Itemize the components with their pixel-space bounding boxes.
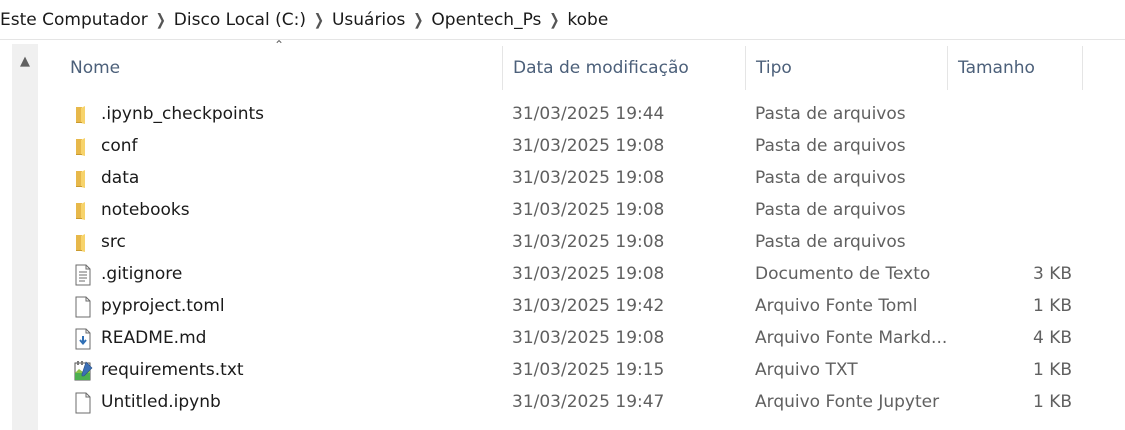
- chevron-right-icon[interactable]: ❯: [541, 10, 567, 28]
- breadcrumb-item-disco-local[interactable]: Disco Local (C:): [174, 10, 306, 30]
- file-size: 4 KB: [1032, 328, 1072, 348]
- file-date: 31/03/2025 19:42: [512, 296, 665, 316]
- column-header-date[interactable]: Data de modificação: [502, 46, 745, 90]
- breadcrumb-item-opentech-ps[interactable]: Opentech_Ps: [431, 10, 541, 30]
- file-row[interactable]: .ipynb_checkpoints 31/03/2025 19:44 Past…: [70, 99, 1080, 131]
- file-name: pyproject.toml: [101, 296, 225, 316]
- sort-ascending-icon: ⌃: [274, 38, 285, 52]
- file-name: src: [101, 232, 126, 252]
- file-row[interactable]: Untitled.ipynb 31/03/2025 19:47 Arquivo …: [70, 387, 1080, 419]
- markdown-file-icon: [72, 328, 94, 350]
- file-type: Documento de Texto: [755, 264, 931, 284]
- chevron-right-icon[interactable]: ❯: [306, 10, 332, 28]
- file-row[interactable]: pyproject.toml 31/03/2025 19:42 Arquivo …: [70, 291, 1080, 323]
- breadcrumb: Este Computador ❯ Disco Local (C:) ❯ Usu…: [0, 0, 1125, 40]
- vertical-scrollbar[interactable]: ▲: [12, 44, 38, 430]
- text-document-icon: [72, 264, 94, 286]
- chevron-right-icon[interactable]: ❯: [405, 10, 431, 28]
- file-size: 1 KB: [1032, 296, 1072, 316]
- file-name: .gitignore: [101, 264, 183, 284]
- column-header-name[interactable]: Nome ⌃: [58, 38, 502, 90]
- folder-icon: [72, 232, 94, 254]
- file-date: 31/03/2025 19:08: [512, 200, 665, 220]
- file-size: 3 KB: [1032, 264, 1072, 284]
- column-header-name-label: Nome: [70, 58, 121, 78]
- column-header-row: Nome ⌃ Data de modificação Tipo Tamanho: [58, 38, 1083, 90]
- breadcrumb-item-usuarios[interactable]: Usuários: [332, 10, 405, 30]
- column-header-date-label: Data de modificação: [513, 58, 689, 78]
- file-row[interactable]: data 31/03/2025 19:08 Pasta de arquivos: [70, 163, 1080, 195]
- file-date: 31/03/2025 19:44: [512, 104, 665, 124]
- breadcrumb-item-kobe[interactable]: kobe: [567, 10, 608, 30]
- file-name: .ipynb_checkpoints: [101, 104, 265, 124]
- file-name: README.md: [101, 328, 207, 348]
- file-date: 31/03/2025 19:08: [512, 136, 665, 156]
- file-name: Untitled.ipynb: [101, 392, 221, 412]
- column-header-size[interactable]: Tamanho: [947, 46, 1083, 90]
- file-date: 31/03/2025 19:08: [512, 168, 665, 188]
- file-type: Pasta de arquivos: [755, 200, 906, 220]
- file-list: .ipynb_checkpoints 31/03/2025 19:44 Past…: [70, 99, 1080, 419]
- notepad-file-icon: [72, 360, 94, 382]
- column-header-size-label: Tamanho: [958, 58, 1035, 78]
- file-type: Arquivo Fonte Jupyter: [755, 392, 940, 412]
- file-row[interactable]: conf 31/03/2025 19:08 Pasta de arquivos: [70, 131, 1080, 163]
- folder-icon: [72, 104, 94, 126]
- file-row[interactable]: src 31/03/2025 19:08 Pasta de arquivos: [70, 227, 1080, 259]
- file-size: 1 KB: [1032, 392, 1072, 412]
- file-date: 31/03/2025 19:15: [512, 360, 665, 380]
- chevron-right-icon[interactable]: ❯: [148, 10, 174, 28]
- file-date: 31/03/2025 19:08: [512, 328, 665, 348]
- file-date: 31/03/2025 19:47: [512, 392, 665, 412]
- file-name: data: [101, 168, 140, 188]
- file-date: 31/03/2025 19:08: [512, 232, 665, 252]
- file-type: Arquivo TXT: [755, 360, 858, 380]
- file-type: Pasta de arquivos: [755, 104, 906, 124]
- file-row[interactable]: .gitignore 31/03/2025 19:08 Documento de…: [70, 259, 1080, 291]
- folder-icon: [72, 200, 94, 222]
- generic-file-icon: [72, 296, 94, 318]
- folder-icon: [72, 168, 94, 190]
- file-name: requirements.txt: [101, 360, 244, 380]
- column-header-type-label: Tipo: [756, 58, 792, 78]
- generic-file-icon: [72, 392, 94, 414]
- file-size: 1 KB: [1032, 360, 1072, 380]
- scroll-up-arrow-icon[interactable]: ▲: [12, 48, 38, 74]
- file-type: Arquivo Fonte Markd...: [755, 328, 948, 348]
- file-type: Arquivo Fonte Toml: [755, 296, 918, 316]
- file-row[interactable]: README.md 31/03/2025 19:08 Arquivo Fonte…: [70, 323, 1080, 355]
- file-row[interactable]: requirements.txt 31/03/2025 19:15 Arquiv…: [70, 355, 1080, 387]
- column-header-type[interactable]: Tipo: [745, 46, 947, 90]
- folder-icon: [72, 136, 94, 158]
- breadcrumb-item-este-computador[interactable]: Este Computador: [0, 10, 148, 30]
- file-type: Pasta de arquivos: [755, 136, 906, 156]
- file-name: conf: [101, 136, 138, 156]
- file-date: 31/03/2025 19:08: [512, 264, 665, 284]
- file-type: Pasta de arquivos: [755, 232, 906, 252]
- file-name: notebooks: [101, 200, 190, 220]
- file-type: Pasta de arquivos: [755, 168, 906, 188]
- file-row[interactable]: notebooks 31/03/2025 19:08 Pasta de arqu…: [70, 195, 1080, 227]
